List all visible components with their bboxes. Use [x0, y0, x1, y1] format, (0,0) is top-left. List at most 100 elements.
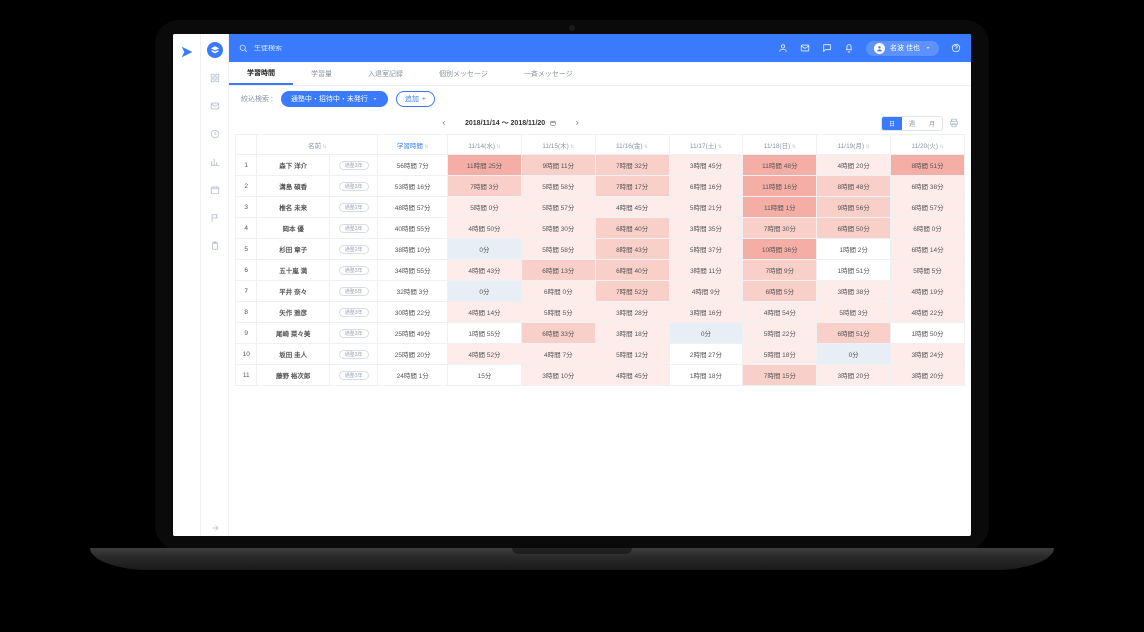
tab-0[interactable]: 学習時間	[229, 62, 293, 85]
nav-clock-icon[interactable]	[207, 126, 223, 142]
day-cell: 6時間 40分	[595, 260, 669, 281]
student-name[interactable]: 尾崎 菜々美	[257, 323, 329, 344]
col-study-time[interactable]: 学習時間	[378, 135, 448, 155]
student-name[interactable]: 坂田 圭人	[257, 344, 329, 365]
day-cell: 3時間 16分	[669, 302, 743, 323]
day-cell: 7時間 30分	[743, 218, 817, 239]
col-day-3[interactable]: 11/17(土)	[669, 135, 743, 155]
filter-add-button[interactable]: 追加 +	[396, 91, 435, 107]
student-name[interactable]: 矢作 雅彦	[257, 302, 329, 323]
day-cell: 4時間 45分	[595, 197, 669, 218]
row-index: 1	[236, 155, 257, 176]
total-time: 32時間 3分	[378, 281, 448, 302]
day-cell: 8時間 48分	[817, 176, 891, 197]
student-badge: 通塾3年	[329, 323, 377, 344]
day-cell: 4時間 54分	[743, 302, 817, 323]
tab-3[interactable]: 個別メッセージ	[421, 62, 506, 85]
row-index: 2	[236, 176, 257, 197]
tab-2[interactable]: 入退室記録	[350, 62, 421, 85]
day-cell: 5時間 37分	[669, 239, 743, 260]
student-badge: 通塾3年	[329, 218, 377, 239]
tab-1[interactable]: 学習量	[293, 62, 350, 85]
filter-pill-status[interactable]: 通塾中・招待中・未発行	[281, 91, 388, 107]
student-name[interactable]: 森下 洋介	[257, 155, 329, 176]
day-cell: 5時間 30分	[521, 218, 595, 239]
col-day-0[interactable]: 11/14(水)	[448, 135, 522, 155]
col-day-4[interactable]: 11/18(日)	[743, 135, 817, 155]
segment-週[interactable]: 週	[902, 117, 922, 130]
filter-label: 絞込検索 :	[241, 94, 273, 104]
day-cell: 5時間 22分	[743, 323, 817, 344]
table-row: 4岡本 優通塾3年40時間 55分4時間 50分5時間 30分6時間 40分3時…	[236, 218, 965, 239]
chevron-down-icon	[925, 45, 931, 51]
col-day-6[interactable]: 11/20(火)	[891, 135, 965, 155]
student-name[interactable]: 岡本 優	[257, 218, 329, 239]
col-day-2[interactable]: 11/16(金)	[595, 135, 669, 155]
day-cell: 6時間 57分	[891, 197, 965, 218]
segment-日[interactable]: 日	[882, 117, 902, 130]
day-cell: 11時間 1分	[743, 197, 817, 218]
student-name[interactable]: 平井 奈々	[257, 281, 329, 302]
nav-flag-icon[interactable]	[207, 210, 223, 226]
col-day-5[interactable]: 11/19(月)	[817, 135, 891, 155]
row-index: 9	[236, 323, 257, 344]
calendar-icon[interactable]	[550, 120, 556, 126]
day-cell: 0分	[817, 344, 891, 365]
nav-grid-icon[interactable]	[207, 70, 223, 86]
student-name[interactable]: 五十嵐 満	[257, 260, 329, 281]
day-cell: 1時間 50分	[891, 323, 965, 344]
day-cell: 6時間 13分	[521, 260, 595, 281]
study-time-table: 名前学習時間11/14(水)11/15(木)11/16(金)11/17(土)11…	[235, 134, 965, 386]
col-day-1[interactable]: 11/15(木)	[521, 135, 595, 155]
user-menu[interactable]: 名波 佳也	[866, 41, 939, 56]
day-cell: 7時間 15分	[743, 365, 817, 386]
sidebar	[201, 34, 229, 536]
top-help-icon[interactable]	[951, 43, 961, 53]
tab-4[interactable]: 一斉メッセージ	[506, 62, 591, 85]
nav-students-icon[interactable]	[207, 42, 223, 58]
day-cell: 6時間 38分	[891, 176, 965, 197]
student-badge: 通塾3年	[329, 365, 377, 386]
day-cell: 4時間 50分	[448, 218, 522, 239]
col-name[interactable]: 名前	[257, 135, 378, 155]
table-row: 8矢作 雅彦通塾3年30時間 22分4時間 14分5時間 5分3時間 28分3時…	[236, 302, 965, 323]
nav-collapse-icon[interactable]	[207, 520, 223, 536]
day-cell: 3時間 20分	[891, 365, 965, 386]
print-icon[interactable]	[949, 118, 959, 128]
top-mail-icon[interactable]	[800, 43, 810, 53]
table-row: 10坂田 圭人通塾3年25時間 20分4時間 52分4時間 7分5時間 12分2…	[236, 344, 965, 365]
nav-calendar-icon[interactable]	[207, 182, 223, 198]
student-badge: 通塾3年	[329, 260, 377, 281]
top-user-icon[interactable]	[778, 43, 788, 53]
nav-mail-icon[interactable]	[207, 98, 223, 114]
day-cell: 5時間 18分	[743, 344, 817, 365]
student-badge: 通塾5年	[329, 281, 377, 302]
table-row: 3椎名 未来通塾2年48時間 57分5時間 0分5時間 57分4時間 45分5時…	[236, 197, 965, 218]
student-name[interactable]: 椎名 未来	[257, 197, 329, 218]
segment-月[interactable]: 月	[922, 117, 942, 130]
table-row: 5杉田 章子通塾2年38時間 10分0分5時間 58分8時間 43分5時間 37…	[236, 239, 965, 260]
day-cell: 3時間 28分	[595, 302, 669, 323]
nav-chart-icon[interactable]	[207, 154, 223, 170]
student-badge: 通塾3年	[329, 302, 377, 323]
date-prev-icon[interactable]	[441, 120, 447, 126]
day-cell: 5時間 58分	[521, 176, 595, 197]
date-next-icon[interactable]	[574, 120, 580, 126]
day-cell: 7時間 52分	[595, 281, 669, 302]
total-time: 56時間 7分	[378, 155, 448, 176]
student-name[interactable]: 藤野 裕次郎	[257, 365, 329, 386]
student-name[interactable]: 溝島 碩香	[257, 176, 329, 197]
day-cell: 6時間 50分	[817, 218, 891, 239]
day-cell: 4時間 45分	[595, 365, 669, 386]
day-cell: 3時間 10分	[521, 365, 595, 386]
day-cell: 9時間 11分	[521, 155, 595, 176]
day-cell: 7時間 3分	[448, 176, 522, 197]
student-name[interactable]: 杉田 章子	[257, 239, 329, 260]
top-chat-icon[interactable]	[822, 43, 832, 53]
avatar	[874, 43, 885, 54]
day-cell: 3時間 45分	[669, 155, 743, 176]
nav-clipboard-icon[interactable]	[207, 238, 223, 254]
search-input[interactable]	[254, 45, 374, 52]
day-cell: 6時間 16分	[669, 176, 743, 197]
top-bell-icon[interactable]	[844, 43, 854, 53]
